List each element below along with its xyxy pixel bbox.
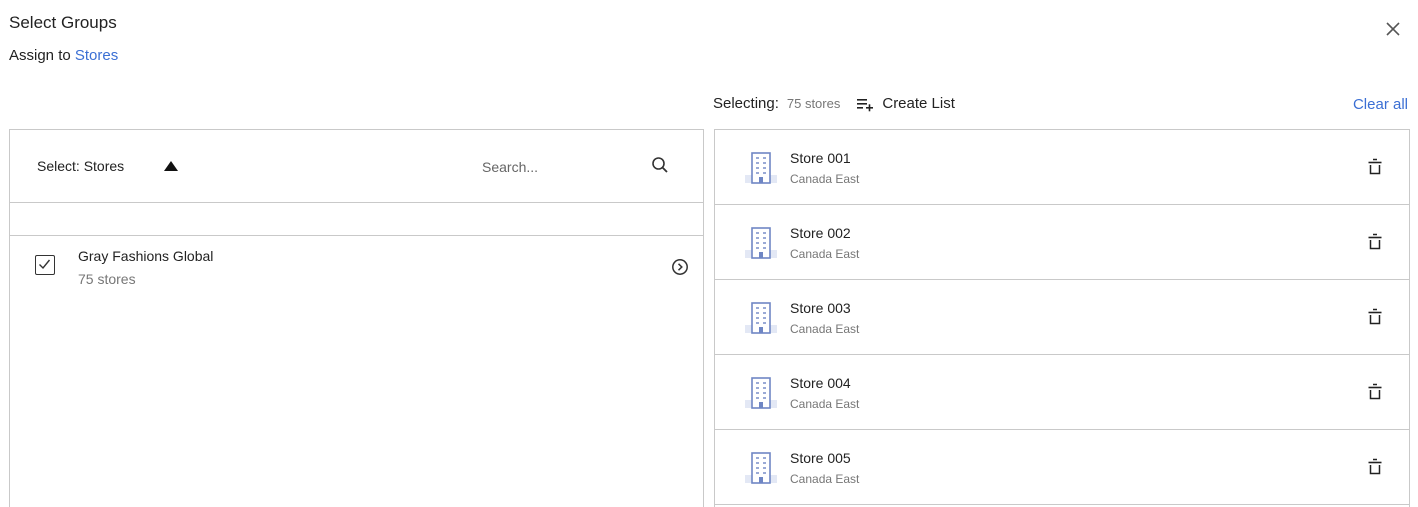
store-region: Canada East [790,247,860,261]
trash-icon[interactable] [1367,308,1383,326]
selecting-count: 75 stores [786,96,841,111]
selected-stores-panel: Store 001 Canada East Store 002 Canada E… [714,129,1410,507]
trash-icon[interactable] [1367,158,1383,176]
group-picker-panel: Select: Stores Gray Fashions Global 75 s… [9,129,704,507]
chevron-right-circle-icon[interactable] [671,258,689,276]
group-row[interactable]: Gray Fashions Global 75 stores [10,236,703,306]
selecting-label: Selecting: [713,95,779,112]
checkbox-checked-icon [39,259,51,270]
store-name: Store 004 [790,375,851,391]
dialog-subtitle: Assign to Stores [9,47,118,64]
trash-icon[interactable] [1367,458,1383,476]
building-icon [745,377,777,409]
filter-bar: Select: Stores [10,130,703,203]
search-icon[interactable] [651,156,669,174]
trash-icon[interactable] [1367,233,1383,251]
close-button[interactable] [1382,18,1404,40]
building-icon [745,227,777,259]
list-header-spacer [10,203,703,236]
building-icon [745,152,777,184]
search-input[interactable] [480,154,634,180]
close-icon [1386,22,1400,36]
select-type-label[interactable]: Select: Stores [37,158,124,174]
store-name: Store 001 [790,150,851,166]
group-checkbox[interactable] [35,255,55,275]
store-name: Store 002 [790,225,851,241]
playlist-add-icon [857,98,874,111]
store-region: Canada East [790,472,860,486]
create-list-button[interactable]: Create List [856,95,955,112]
clear-all-link[interactable]: Clear all [1353,96,1408,113]
select-groups-dialog: Select Groups Assign to Stores Selecting… [0,0,1418,507]
triangle-up-icon[interactable] [163,160,179,172]
store-row: Store 004 Canada East [715,355,1409,430]
store-name: Store 003 [790,300,851,316]
create-list-label: Create List [882,95,955,112]
store-row: Store 005 Canada East [715,430,1409,505]
store-region: Canada East [790,172,860,186]
dialog-title: Select Groups [9,13,117,32]
store-region: Canada East [790,322,860,336]
store-name: Store 005 [790,450,851,466]
store-region: Canada East [790,397,860,411]
stores-link[interactable]: Stores [75,47,118,64]
group-store-count: 75 stores [78,271,136,287]
subtitle-prefix: Assign to [9,47,71,64]
trash-icon[interactable] [1367,383,1383,401]
store-row: Store 002 Canada East [715,205,1409,280]
store-row: Store 003 Canada East [715,280,1409,355]
selecting-summary: Selecting: 75 stores Create List [713,95,955,112]
building-icon [745,302,777,334]
store-row: Store 001 Canada East [715,130,1409,205]
group-name: Gray Fashions Global [78,248,214,264]
building-icon [745,452,777,484]
